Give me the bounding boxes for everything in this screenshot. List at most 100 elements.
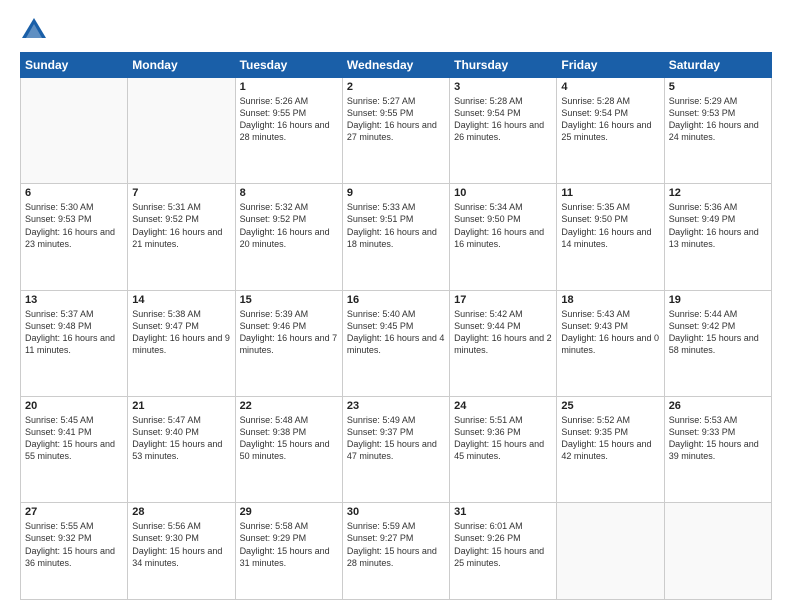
calendar-cell: 9 Sunrise: 5:33 AMSunset: 9:51 PMDaylight… <box>342 184 449 290</box>
calendar-cell: 26 Sunrise: 5:53 AMSunset: 9:33 PMDayligh… <box>664 396 771 502</box>
cell-info: Sunrise: 5:53 AMSunset: 9:33 PMDaylight:… <box>669 415 759 461</box>
day-number: 14 <box>132 294 230 306</box>
calendar-cell: 15Sunrise: 5:39 AMSunset: 9:46 PMDayligh… <box>235 290 342 396</box>
day-number: 12 <box>669 187 767 199</box>
day-number: 25 <box>561 400 659 412</box>
calendar-cell: 31Sunrise: 6:01 AMSunset: 9:26 PMDayligh… <box>450 503 557 600</box>
calendar-cell: 28 Sunrise: 5:56 AMSunset: 9:30 PMDayligh… <box>128 503 235 600</box>
day-header-friday: Friday <box>557 53 664 78</box>
day-number: 21 <box>132 400 230 412</box>
cell-info: Sunrise: 5:48 AMSunset: 9:38 PMDaylight:… <box>240 415 330 461</box>
day-number: 4 <box>561 81 659 93</box>
week-row-2: 13Sunrise: 5:37 AMSunset: 9:48 PMDayligh… <box>21 290 772 396</box>
day-number: 18 <box>561 294 659 306</box>
cell-info: Sunrise: 5:55 AMSunset: 9:32 PMDaylight:… <box>25 521 115 567</box>
calendar-cell <box>128 78 235 184</box>
cell-info: Sunrise: 5:27 AMSunset: 9:55 PMDaylight:… <box>347 96 437 142</box>
calendar-cell: 7 Sunrise: 5:31 AMSunset: 9:52 PMDaylight… <box>128 184 235 290</box>
calendar-cell: 4 Sunrise: 5:28 AMSunset: 9:54 PMDaylight… <box>557 78 664 184</box>
day-number: 22 <box>240 400 338 412</box>
week-row-0: 1 Sunrise: 5:26 AMSunset: 9:55 PMDaylight… <box>21 78 772 184</box>
cell-info: Sunrise: 5:51 AMSunset: 9:36 PMDaylight:… <box>454 415 544 461</box>
calendar-cell: 6 Sunrise: 5:30 AMSunset: 9:53 PMDaylight… <box>21 184 128 290</box>
cell-info: Sunrise: 5:33 AMSunset: 9:51 PMDaylight:… <box>347 202 437 248</box>
calendar-cell: 18 Sunrise: 5:43 AMSunset: 9:43 PMDayligh… <box>557 290 664 396</box>
cell-info: Sunrise: 5:31 AMSunset: 9:52 PMDaylight:… <box>132 202 222 248</box>
calendar-cell: 23 Sunrise: 5:49 AMSunset: 9:37 PMDayligh… <box>342 396 449 502</box>
day-number: 27 <box>25 506 123 518</box>
day-number: 28 <box>132 506 230 518</box>
calendar-cell: 5 Sunrise: 5:29 AMSunset: 9:53 PMDaylight… <box>664 78 771 184</box>
cell-info: Sunrise: 5:58 AMSunset: 9:29 PMDaylight:… <box>240 521 330 567</box>
day-header-wednesday: Wednesday <box>342 53 449 78</box>
calendar-cell: 16Sunrise: 5:40 AMSunset: 9:45 PMDayligh… <box>342 290 449 396</box>
cell-info: Sunrise: 5:56 AMSunset: 9:30 PMDaylight:… <box>132 521 222 567</box>
day-header-tuesday: Tuesday <box>235 53 342 78</box>
cell-info: Sunrise: 5:37 AMSunset: 9:48 PMDaylight:… <box>25 309 115 355</box>
week-row-3: 20 Sunrise: 5:45 AMSunset: 9:41 PMDayligh… <box>21 396 772 502</box>
calendar-cell: 12 Sunrise: 5:36 AMSunset: 9:49 PMDayligh… <box>664 184 771 290</box>
calendar-cell: 14 Sunrise: 5:38 AMSunset: 9:47 PMDayligh… <box>128 290 235 396</box>
calendar-cell: 3 Sunrise: 5:28 AMSunset: 9:54 PMDaylight… <box>450 78 557 184</box>
calendar-cell <box>664 503 771 600</box>
calendar-header-row: SundayMondayTuesdayWednesdayThursdayFrid… <box>21 53 772 78</box>
calendar-cell: 29 Sunrise: 5:58 AMSunset: 9:29 PMDayligh… <box>235 503 342 600</box>
day-number: 17 <box>454 294 552 306</box>
cell-info: Sunrise: 5:28 AMSunset: 9:54 PMDaylight:… <box>561 96 651 142</box>
cell-info: Sunrise: 5:28 AMSunset: 9:54 PMDaylight:… <box>454 96 544 142</box>
cell-info: Sunrise: 5:29 AMSunset: 9:53 PMDaylight:… <box>669 96 759 142</box>
cell-info: Sunrise: 5:36 AMSunset: 9:49 PMDaylight:… <box>669 202 759 248</box>
calendar-cell: 19Sunrise: 5:44 AMSunset: 9:42 PMDayligh… <box>664 290 771 396</box>
day-number: 1 <box>240 81 338 93</box>
cell-info: Sunrise: 6:01 AMSunset: 9:26 PMDaylight:… <box>454 521 544 567</box>
calendar-cell: 27 Sunrise: 5:55 AMSunset: 9:32 PMDayligh… <box>21 503 128 600</box>
cell-info: Sunrise: 5:45 AMSunset: 9:41 PMDaylight:… <box>25 415 115 461</box>
calendar-cell <box>21 78 128 184</box>
cell-info: Sunrise: 5:38 AMSunset: 9:47 PMDaylight:… <box>132 309 230 355</box>
day-number: 9 <box>347 187 445 199</box>
week-row-1: 6 Sunrise: 5:30 AMSunset: 9:53 PMDaylight… <box>21 184 772 290</box>
cell-info: Sunrise: 5:26 AMSunset: 9:55 PMDaylight:… <box>240 96 330 142</box>
calendar-cell <box>557 503 664 600</box>
day-number: 20 <box>25 400 123 412</box>
day-number: 30 <box>347 506 445 518</box>
cell-info: Sunrise: 5:32 AMSunset: 9:52 PMDaylight:… <box>240 202 330 248</box>
day-number: 24 <box>454 400 552 412</box>
day-number: 10 <box>454 187 552 199</box>
day-header-saturday: Saturday <box>664 53 771 78</box>
day-number: 5 <box>669 81 767 93</box>
day-number: 3 <box>454 81 552 93</box>
day-number: 2 <box>347 81 445 93</box>
day-number: 7 <box>132 187 230 199</box>
day-header-monday: Monday <box>128 53 235 78</box>
page: SundayMondayTuesdayWednesdayThursdayFrid… <box>0 0 792 612</box>
cell-info: Sunrise: 5:34 AMSunset: 9:50 PMDaylight:… <box>454 202 544 248</box>
calendar-cell: 10 Sunrise: 5:34 AMSunset: 9:50 PMDayligh… <box>450 184 557 290</box>
day-number: 29 <box>240 506 338 518</box>
day-header-thursday: Thursday <box>450 53 557 78</box>
week-row-4: 27 Sunrise: 5:55 AMSunset: 9:32 PMDayligh… <box>21 503 772 600</box>
calendar-cell: 2 Sunrise: 5:27 AMSunset: 9:55 PMDaylight… <box>342 78 449 184</box>
day-header-sunday: Sunday <box>21 53 128 78</box>
cell-info: Sunrise: 5:39 AMSunset: 9:46 PMDaylight:… <box>240 309 338 355</box>
cell-info: Sunrise: 5:43 AMSunset: 9:43 PMDaylight:… <box>561 309 659 355</box>
logo <box>20 16 52 44</box>
cell-info: Sunrise: 5:40 AMSunset: 9:45 PMDaylight:… <box>347 309 445 355</box>
logo-icon <box>20 16 48 44</box>
day-number: 8 <box>240 187 338 199</box>
calendar-cell: 30 Sunrise: 5:59 AMSunset: 9:27 PMDayligh… <box>342 503 449 600</box>
cell-info: Sunrise: 5:59 AMSunset: 9:27 PMDaylight:… <box>347 521 437 567</box>
calendar: SundayMondayTuesdayWednesdayThursdayFrid… <box>20 52 772 600</box>
day-number: 26 <box>669 400 767 412</box>
day-number: 19 <box>669 294 767 306</box>
calendar-cell: 1 Sunrise: 5:26 AMSunset: 9:55 PMDaylight… <box>235 78 342 184</box>
calendar-cell: 20 Sunrise: 5:45 AMSunset: 9:41 PMDayligh… <box>21 396 128 502</box>
cell-info: Sunrise: 5:52 AMSunset: 9:35 PMDaylight:… <box>561 415 651 461</box>
cell-info: Sunrise: 5:30 AMSunset: 9:53 PMDaylight:… <box>25 202 115 248</box>
calendar-cell: 13Sunrise: 5:37 AMSunset: 9:48 PMDayligh… <box>21 290 128 396</box>
calendar-cell: 21Sunrise: 5:47 AMSunset: 9:40 PMDayligh… <box>128 396 235 502</box>
calendar-cell: 8 Sunrise: 5:32 AMSunset: 9:52 PMDaylight… <box>235 184 342 290</box>
day-number: 23 <box>347 400 445 412</box>
cell-info: Sunrise: 5:49 AMSunset: 9:37 PMDaylight:… <box>347 415 437 461</box>
day-number: 6 <box>25 187 123 199</box>
